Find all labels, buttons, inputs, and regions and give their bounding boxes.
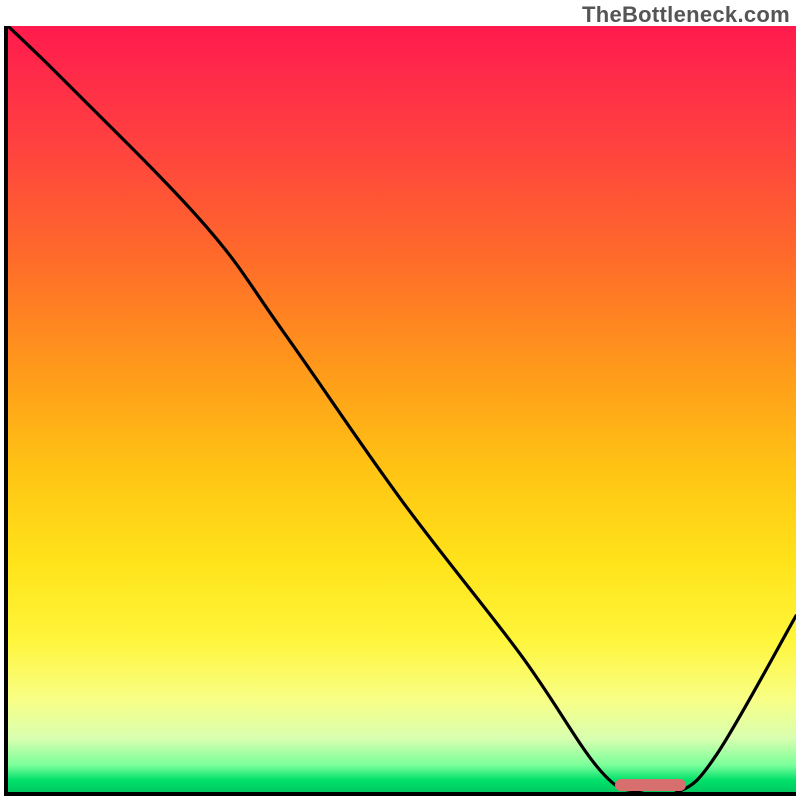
optimal-range-marker: [615, 779, 686, 791]
plot-area: [8, 26, 796, 792]
curve-path: [8, 26, 796, 792]
bottleneck-curve: [8, 26, 796, 792]
watermark-text: TheBottleneck.com: [582, 2, 790, 28]
chart-container: TheBottleneck.com: [0, 0, 800, 800]
